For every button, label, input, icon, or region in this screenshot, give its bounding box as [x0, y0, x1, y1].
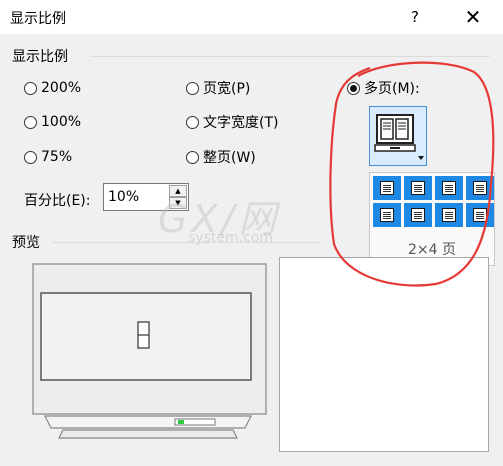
- radio-circle[interactable]: [186, 115, 199, 129]
- title-bar: 显示比例 ? ✕: [0, 0, 503, 34]
- page-icon: [411, 208, 425, 222]
- page-grid-cell[interactable]: [435, 176, 463, 200]
- page-icon: [442, 208, 456, 222]
- page-icon: [380, 181, 394, 195]
- radio-text-width[interactable]: 文字宽度(T): [186, 112, 278, 132]
- page-icon: [473, 208, 487, 222]
- radio-circle[interactable]: [186, 81, 199, 95]
- dialog-title: 显示比例: [10, 11, 66, 27]
- page-grid-cell[interactable]: [373, 203, 401, 227]
- multi-page-dropdown[interactable]: 2×4 页: [369, 172, 495, 266]
- help-button[interactable]: ?: [404, 6, 426, 28]
- zoom-group-label: 显示比例: [12, 49, 68, 65]
- radio-circle[interactable]: [186, 150, 199, 164]
- spin-down-icon[interactable]: ▼: [169, 197, 187, 209]
- page-grid-cell[interactable]: [466, 203, 494, 227]
- radio-200-label: 200%: [41, 80, 82, 96]
- page-grid-cell[interactable]: [435, 203, 463, 227]
- preview-divider: [52, 242, 320, 243]
- monitor-icon: [32, 263, 267, 439]
- radio-circle[interactable]: [24, 115, 37, 129]
- radio-circle-selected[interactable]: [347, 81, 360, 95]
- grid-size-status: 2×4 页: [408, 242, 456, 258]
- page-grid-cell[interactable]: [373, 176, 401, 200]
- radio-100-label: 100%: [41, 114, 82, 130]
- group-divider: [90, 56, 490, 57]
- page-grid-cell[interactable]: [466, 176, 494, 200]
- radio-75-label: 75%: [41, 149, 73, 165]
- radio-circle[interactable]: [24, 150, 37, 164]
- radio-page-width-label: 页宽(P): [203, 81, 251, 97]
- radio-whole-page[interactable]: 整页(W): [186, 147, 256, 167]
- page-icon: [411, 181, 425, 195]
- monitor-pages-icon: [374, 114, 424, 160]
- close-button[interactable]: ✕: [460, 4, 486, 30]
- preview-page: [279, 257, 489, 452]
- multi-page-picker-button[interactable]: [369, 106, 427, 166]
- page-grid[interactable]: [373, 176, 494, 227]
- page-icon: [380, 208, 394, 222]
- radio-200[interactable]: 200%: [24, 78, 81, 98]
- page-icon: [442, 181, 456, 195]
- percent-input[interactable]: [108, 187, 166, 207]
- page-grid-cell[interactable]: [404, 176, 432, 200]
- percent-stepper[interactable]: ▲ ▼: [103, 183, 189, 211]
- radio-75[interactable]: 75%: [24, 147, 72, 167]
- radio-circle[interactable]: [24, 81, 37, 95]
- radio-text-width-label: 文字宽度(T): [203, 115, 279, 131]
- radio-multi-page[interactable]: 多页(M):: [347, 78, 420, 98]
- radio-page-width[interactable]: 页宽(P): [186, 78, 250, 98]
- page-icon: [473, 181, 487, 195]
- page-grid-cell[interactable]: [404, 203, 432, 227]
- percent-label: 百分比(E):: [24, 193, 91, 209]
- preview-label: 预览: [12, 235, 40, 251]
- watermark-subtext: system.com: [188, 230, 273, 246]
- preview-monitor: [23, 256, 273, 446]
- spin-up-icon[interactable]: ▲: [169, 185, 187, 197]
- radio-multi-page-label: 多页(M):: [364, 81, 420, 97]
- radio-100[interactable]: 100%: [24, 112, 81, 132]
- radio-whole-page-label: 整页(W): [203, 150, 256, 166]
